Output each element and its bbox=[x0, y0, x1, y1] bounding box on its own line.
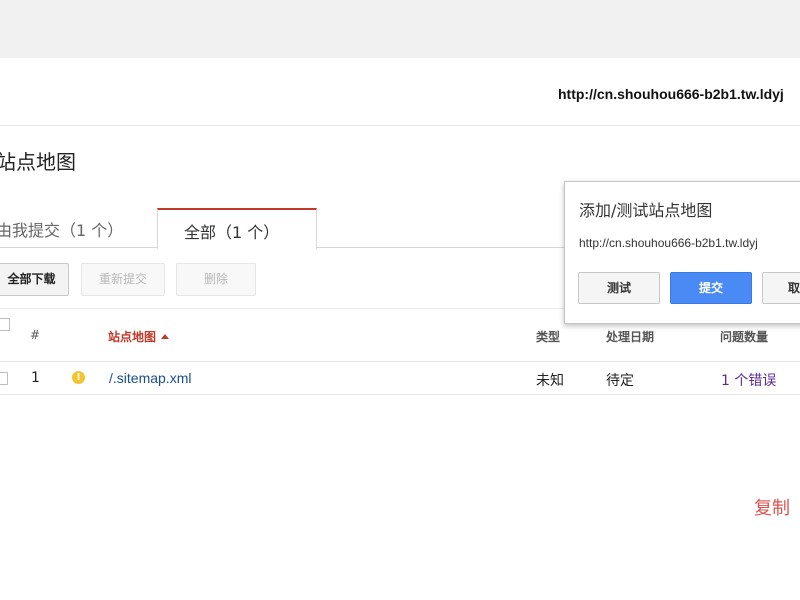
tab-submitted-by-me[interactable]: 由我提交（1 个） bbox=[0, 217, 123, 241]
add-test-sitemap-popup: 添加/测试站点地图 http://cn.shouhou666-b2b1.tw.l… bbox=[564, 181, 800, 324]
column-header-sitemap[interactable]: 站点地图 bbox=[108, 328, 170, 345]
cancel-button[interactable]: 取 bbox=[762, 272, 800, 304]
submit-button[interactable]: 提交 bbox=[670, 272, 752, 304]
tab-all[interactable]: 全部（1 个） bbox=[157, 208, 317, 249]
select-all-checkbox[interactable] bbox=[0, 318, 10, 331]
download-all-button[interactable]: 全部下载 bbox=[0, 263, 69, 296]
page-title: 站点地图 bbox=[0, 150, 76, 174]
column-header-sitemap-label: 站点地图 bbox=[108, 330, 157, 344]
toolbar-divider bbox=[0, 308, 570, 309]
sitemap-link[interactable]: /.sitemap.xml bbox=[109, 370, 191, 386]
popup-url-field[interactable]: http://cn.shouhou666-b2b1.tw.ldyj bbox=[579, 236, 758, 250]
test-button[interactable]: 测试 bbox=[578, 272, 660, 304]
column-header-number: # bbox=[30, 328, 41, 342]
browser-top-bar bbox=[0, 0, 800, 58]
column-header-type: 类型 bbox=[536, 330, 561, 344]
table-row-divider bbox=[0, 394, 800, 395]
table-header-divider bbox=[0, 361, 800, 362]
header-divider bbox=[0, 125, 800, 126]
row-checkbox[interactable] bbox=[0, 372, 8, 385]
site-url-header: http://cn.shouhou666-b2b1.tw.ldyj bbox=[558, 86, 784, 102]
column-header-issues: 问题数量 bbox=[720, 330, 769, 344]
row-processed-date: 待定 bbox=[606, 373, 634, 389]
warning-icon: ! bbox=[72, 371, 85, 384]
issues-link[interactable]: 1 个错误 bbox=[721, 370, 776, 390]
watermark-text: 复制 bbox=[754, 498, 790, 519]
column-header-processed-date: 处理日期 bbox=[606, 330, 655, 344]
row-type: 未知 bbox=[536, 373, 564, 389]
delete-button[interactable]: 删除 bbox=[176, 263, 256, 296]
popup-title: 添加/测试站点地图 bbox=[579, 201, 713, 220]
row-number: 1 bbox=[31, 370, 40, 386]
sort-ascending-icon bbox=[161, 334, 170, 339]
resubmit-button[interactable]: 重新提交 bbox=[81, 263, 165, 296]
